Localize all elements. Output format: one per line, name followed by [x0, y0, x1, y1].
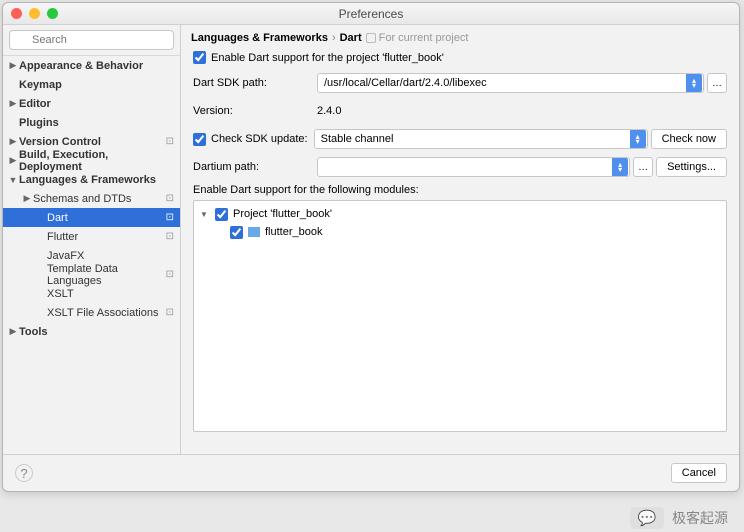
sidebar-item[interactable]: ▶Appearance & Behavior [3, 56, 180, 75]
sidebar: ▶Appearance & BehaviorKeymap▶EditorPlugi… [3, 25, 181, 454]
sidebar-item-label: Dart [47, 212, 160, 224]
sidebar-item-label: Build, Execution, Deployment [19, 149, 160, 173]
modules-tree[interactable]: ▼ Project 'flutter_book' flutter_book [193, 200, 727, 432]
expand-arrow-icon: ▶ [7, 136, 19, 147]
module-child-label: flutter_book [265, 226, 322, 238]
module-child-checkbox[interactable] [230, 226, 243, 239]
sidebar-item[interactable]: XSLT [3, 284, 180, 303]
breadcrumb-root[interactable]: Languages & Frameworks [191, 32, 328, 44]
help-button[interactable]: ? [15, 464, 33, 482]
breadcrumb-scope: For current project [379, 32, 469, 44]
project-scope-icon: ⊡ [160, 212, 174, 223]
maximize-icon[interactable] [47, 8, 58, 19]
sidebar-item-label: Version Control [19, 136, 160, 148]
module-project-label: Project 'flutter_book' [233, 208, 332, 220]
cancel-button[interactable]: Cancel [671, 463, 727, 483]
sidebar-item[interactable]: Flutter⊡ [3, 227, 180, 246]
project-scope-icon: ⊡ [160, 193, 174, 204]
expand-arrow-icon: ▶ [21, 193, 33, 204]
sidebar-item-label: Tools [19, 326, 160, 338]
sidebar-item-label: Languages & Frameworks [19, 174, 160, 186]
sidebar-item[interactable]: ▶Editor [3, 94, 180, 113]
check-now-button[interactable]: Check now [651, 129, 727, 149]
sidebar-item-label: JavaFX [47, 250, 160, 262]
enable-dart-label: Enable Dart support for the project 'flu… [211, 52, 444, 64]
project-scope-icon: ⊡ [160, 269, 174, 280]
dartium-path-label: Dartium path: [193, 161, 311, 173]
search-input[interactable] [9, 30, 174, 50]
module-icon [248, 227, 260, 237]
sidebar-item[interactable]: XSLT File Associations⊡ [3, 303, 180, 322]
sidebar-item[interactable]: Dart⊡ [3, 208, 180, 227]
expand-arrow-icon: ▶ [7, 98, 19, 109]
version-value: 2.4.0 [317, 105, 727, 117]
breadcrumb-leaf: Dart [340, 32, 362, 44]
titlebar: Preferences [3, 3, 739, 25]
enable-dart-checkbox[interactable] [193, 51, 206, 64]
modules-label: Enable Dart support for the following mo… [193, 184, 727, 196]
sidebar-item-label: Editor [19, 98, 160, 110]
expand-arrow-icon: ▼ [7, 175, 19, 185]
sidebar-item[interactable]: ▼Languages & Frameworks [3, 170, 180, 189]
sidebar-item-label: Keymap [19, 79, 160, 91]
project-scope-icon: ⊡ [160, 136, 174, 147]
watermark: 💬 极客起源 [630, 507, 728, 529]
sidebar-item-label: Appearance & Behavior [19, 60, 160, 72]
channel-select[interactable]: Stable channel ▴▾ [314, 129, 648, 149]
check-sdk-label: Check SDK update: [211, 133, 308, 145]
project-scope-icon: ⊡ [160, 307, 174, 318]
project-scope-icon [366, 33, 376, 43]
sidebar-item[interactable]: ▶Build, Execution, Deployment [3, 151, 180, 170]
check-sdk-checkbox[interactable] [193, 133, 206, 146]
dartium-path-field[interactable]: ▴▾ [317, 157, 630, 177]
expand-arrow-icon: ▶ [7, 60, 19, 71]
sidebar-item[interactable]: ▶Tools [3, 322, 180, 341]
wechat-icon: 💬 [630, 507, 664, 529]
settings-tree: ▶Appearance & BehaviorKeymap▶EditorPlugi… [3, 56, 180, 454]
window-title: Preferences [3, 7, 739, 21]
sdk-path-label: Dart SDK path: [193, 77, 311, 89]
sidebar-item-label: Plugins [19, 117, 160, 129]
sidebar-item-label: XSLT [47, 288, 160, 300]
chevron-updown-icon: ▴▾ [686, 74, 702, 92]
breadcrumb: Languages & Frameworks › Dart For curren… [181, 25, 739, 49]
sdk-path-browse-button[interactable]: … [707, 73, 727, 93]
dartium-settings-button[interactable]: Settings... [656, 157, 727, 177]
dartium-browse-button[interactable]: … [633, 157, 653, 177]
project-scope-icon: ⊡ [160, 231, 174, 242]
chevron-updown-icon: ▴▾ [612, 158, 628, 176]
expand-arrow-icon: ▶ [7, 326, 19, 337]
close-icon[interactable] [11, 8, 22, 19]
sidebar-item[interactable]: Keymap [3, 75, 180, 94]
sidebar-item-label: Schemas and DTDs [33, 193, 160, 205]
sidebar-item[interactable]: Template Data Languages⊡ [3, 265, 180, 284]
sdk-path-field[interactable]: /usr/local/Cellar/dart/2.4.0/libexec ▴▾ [317, 73, 704, 93]
chevron-updown-icon: ▴▾ [630, 130, 646, 148]
minimize-icon[interactable] [29, 8, 40, 19]
version-label: Version: [193, 105, 311, 117]
chevron-right-icon: › [332, 32, 336, 44]
sidebar-item-label: Template Data Languages [47, 263, 160, 287]
module-project-checkbox[interactable] [215, 208, 228, 221]
sidebar-item-label: XSLT File Associations [47, 307, 160, 319]
sidebar-item-label: Flutter [47, 231, 160, 243]
expand-icon[interactable]: ▼ [200, 210, 210, 219]
expand-arrow-icon: ▶ [7, 155, 19, 166]
sidebar-item[interactable]: Plugins [3, 113, 180, 132]
sidebar-item[interactable]: ▶Schemas and DTDs⊡ [3, 189, 180, 208]
